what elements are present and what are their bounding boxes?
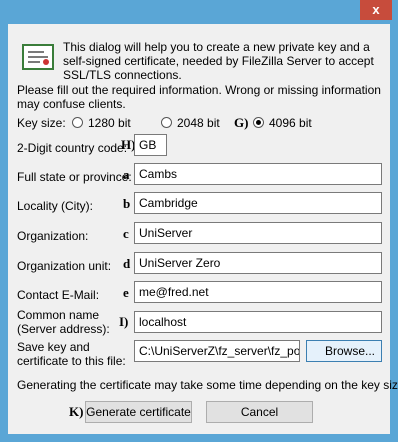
certificate-icon: [22, 44, 54, 70]
annotation-a: a: [123, 167, 130, 182]
radio-2048-label[interactable]: 2048 bit: [177, 116, 220, 130]
radio-1280[interactable]: [72, 117, 83, 128]
radio-4096[interactable]: [253, 117, 264, 128]
country-label: 2-Digit country code:: [17, 141, 128, 155]
common-name-label-sub: (Server address):: [17, 322, 110, 336]
key-size-label: Key size:: [17, 116, 66, 130]
annotation-b: b: [123, 196, 131, 211]
title-bar: x: [0, 0, 398, 24]
save-path-label: Save key and: [17, 340, 90, 354]
email-label: Contact E-Mail:: [17, 288, 100, 302]
organization-label: Organization:: [17, 229, 89, 243]
annotation-d: d: [123, 256, 131, 271]
instructions-text: Please fill out the required information…: [17, 83, 381, 111]
window-frame-left: [0, 24, 8, 442]
state-label: Full state or province:: [17, 170, 132, 184]
annotation-c: c: [123, 226, 129, 241]
close-button[interactable]: x: [360, 0, 392, 20]
common-name-label: Common name: [17, 308, 100, 322]
locality-label: Locality (City):: [17, 199, 94, 213]
window-frame-bottom: [0, 434, 398, 442]
radio-1280-label[interactable]: 1280 bit: [88, 116, 131, 130]
annotation-i: I): [119, 314, 129, 329]
country-code-input[interactable]: GB: [134, 134, 167, 156]
organization-input[interactable]: UniServer: [134, 222, 382, 244]
cancel-button[interactable]: Cancel: [206, 401, 313, 423]
org-unit-input[interactable]: UniServer Zero: [134, 252, 382, 274]
common-name-input[interactable]: localhost: [134, 311, 382, 333]
annotation-k: K): [69, 404, 84, 419]
annotation-g: G): [234, 115, 249, 130]
radio-2048[interactable]: [161, 117, 172, 128]
browse-button[interactable]: Browse...: [306, 340, 382, 362]
annotation-e: e: [123, 285, 129, 300]
state-input[interactable]: Cambs: [134, 163, 382, 185]
intro-text: This dialog will help you to create a ne…: [63, 40, 374, 82]
locality-input[interactable]: Cambridge: [134, 192, 382, 214]
org-unit-label: Organization unit:: [17, 259, 112, 273]
email-input[interactable]: me@fred.net: [134, 281, 382, 303]
radio-4096-label[interactable]: 4096 bit: [269, 116, 312, 130]
save-path-input[interactable]: C:\UniServerZ\fz_server\fz_portable: [134, 340, 300, 362]
generate-certificate-button[interactable]: Generate certificate: [85, 401, 192, 423]
generation-note: Generating the certificate may take some…: [17, 378, 398, 392]
save-path-label-sub: certificate to this file:: [17, 354, 126, 368]
